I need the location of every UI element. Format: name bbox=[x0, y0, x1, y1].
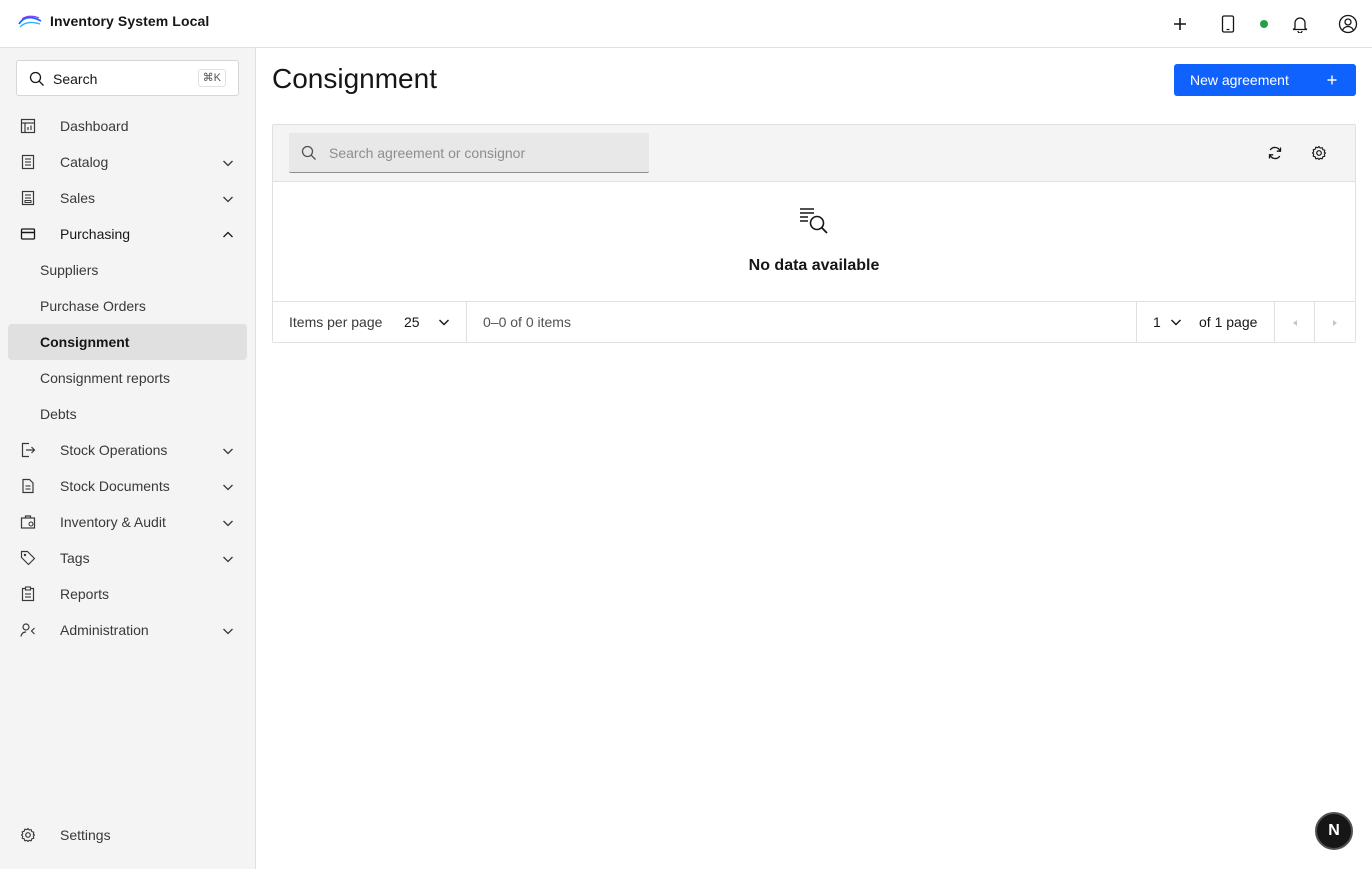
sidebar-item-reports[interactable]: Reports bbox=[8, 576, 247, 612]
sidebar-subitem-suppliers[interactable]: Suppliers bbox=[8, 252, 247, 288]
sidebar-item-label: Catalog bbox=[60, 154, 109, 170]
new-agreement-button[interactable]: New agreement bbox=[1174, 64, 1356, 96]
items-per-page-label: Items per page bbox=[289, 314, 383, 330]
new-agreement-label: New agreement bbox=[1190, 72, 1289, 88]
sidebar-subitem-debts[interactable]: Debts bbox=[8, 396, 247, 432]
top-header: Inventory System Local bbox=[0, 0, 1372, 48]
sidebar-item-sales[interactable]: Sales bbox=[8, 180, 247, 216]
chevron-down-icon bbox=[223, 160, 233, 167]
page-select[interactable]: 1 bbox=[1153, 314, 1161, 330]
gear-icon bbox=[20, 827, 36, 843]
sidebar-search-button[interactable]: Search ⌘K bbox=[16, 60, 239, 96]
app-title: Inventory System Local bbox=[50, 13, 210, 29]
caret-left-icon bbox=[1293, 319, 1297, 326]
search-shortcut-badge: ⌘K bbox=[197, 69, 226, 87]
chevron-down-icon bbox=[223, 556, 233, 563]
sidebar-item-label: Stock Documents bbox=[60, 478, 170, 494]
chevron-down-icon[interactable] bbox=[1169, 315, 1183, 329]
divider bbox=[466, 302, 467, 343]
chevron-down-icon[interactable] bbox=[437, 315, 451, 329]
table-search[interactable] bbox=[289, 133, 649, 173]
chevron-down-icon bbox=[223, 196, 233, 203]
sidebar-item-catalog[interactable]: Catalog bbox=[8, 144, 247, 180]
pagination: Items per page 25 0–0 of 0 items 1 of 1 … bbox=[273, 301, 1355, 343]
sidebar-subitem-consignment-reports[interactable]: Consignment reports bbox=[8, 360, 247, 396]
sidebar-search-label: Search bbox=[53, 71, 98, 87]
sidebar: Search ⌘K Dashboard Catalog Sales Purcha… bbox=[0, 48, 256, 869]
status-indicator bbox=[1260, 20, 1268, 28]
sidebar-item-label: Dashboard bbox=[60, 118, 129, 134]
sidebar-item-label: Stock Operations bbox=[60, 442, 168, 458]
sidebar-item-dashboard[interactable]: Dashboard bbox=[8, 108, 247, 144]
sidebar-subitem-consignment[interactable]: Consignment bbox=[8, 324, 247, 360]
table-toolbar bbox=[273, 125, 1355, 182]
reports-icon bbox=[21, 586, 35, 602]
sidebar-subitem-purchase-orders[interactable]: Purchase Orders bbox=[8, 288, 247, 324]
notification-icon[interactable] bbox=[1288, 12, 1312, 36]
administration-icon bbox=[20, 623, 35, 637]
purchasing-icon bbox=[20, 228, 36, 240]
sidebar-item-inventory-audit[interactable]: Inventory & Audit bbox=[8, 504, 247, 540]
dev-tools-badge[interactable]: N bbox=[1315, 812, 1353, 850]
add-icon[interactable] bbox=[1168, 12, 1192, 36]
page-count-text: of 1 page bbox=[1199, 314, 1258, 330]
sidebar-subitem-label: Consignment reports bbox=[40, 370, 170, 386]
sidebar-item-label: Inventory & Audit bbox=[60, 514, 166, 530]
chevron-down-icon bbox=[223, 484, 233, 491]
chevron-down-icon bbox=[223, 628, 233, 635]
dashboard-icon bbox=[20, 118, 36, 134]
empty-state: No data available bbox=[273, 182, 1355, 301]
chevron-down-icon bbox=[223, 448, 233, 455]
chevron-up-icon bbox=[223, 231, 233, 238]
stock-operations-icon bbox=[21, 442, 36, 458]
empty-state-text: No data available bbox=[748, 257, 880, 274]
sidebar-item-label: Administration bbox=[60, 622, 149, 638]
sidebar-item-label: Tags bbox=[60, 550, 90, 566]
search-icon bbox=[29, 71, 44, 86]
no-results-search-icon bbox=[800, 208, 828, 234]
sidebar-item-stock-operations[interactable]: Stock Operations bbox=[8, 432, 247, 468]
next-page-button[interactable] bbox=[1315, 302, 1355, 343]
sidebar-item-label: Sales bbox=[60, 190, 96, 206]
page-size-select[interactable]: 25 bbox=[404, 314, 420, 330]
chevron-down-icon bbox=[223, 520, 233, 527]
stock-documents-icon bbox=[22, 478, 34, 494]
caret-right-icon bbox=[1333, 319, 1337, 326]
page-title: Consignment bbox=[272, 63, 437, 94]
user-avatar-icon[interactable] bbox=[1336, 12, 1360, 36]
sales-icon bbox=[21, 190, 35, 206]
previous-page-button[interactable] bbox=[1275, 302, 1315, 343]
sidebar-item-label: Settings bbox=[60, 827, 111, 843]
sidebar-item-label: Reports bbox=[60, 586, 110, 602]
refresh-icon[interactable] bbox=[1267, 145, 1283, 161]
sidebar-subitem-label: Suppliers bbox=[40, 262, 99, 278]
divider bbox=[1136, 302, 1137, 343]
catalog-icon bbox=[21, 154, 35, 170]
tablet-icon[interactable] bbox=[1216, 12, 1240, 36]
gear-icon[interactable] bbox=[1311, 145, 1327, 161]
tag-icon bbox=[20, 550, 36, 566]
sidebar-item-purchasing[interactable]: Purchasing bbox=[8, 216, 247, 252]
data-table: No data available Items per page 25 0–0 … bbox=[272, 124, 1356, 343]
search-icon bbox=[301, 145, 316, 160]
sidebar-item-label: Purchasing bbox=[60, 226, 131, 242]
sidebar-item-tags[interactable]: Tags bbox=[8, 540, 247, 576]
add-icon bbox=[1327, 75, 1337, 85]
inventory-audit-icon bbox=[20, 515, 36, 529]
sidebar-subitem-label: Consignment bbox=[40, 334, 130, 350]
sidebar-item-administration[interactable]: Administration bbox=[8, 612, 247, 648]
item-range-text: 0–0 of 0 items bbox=[483, 314, 571, 330]
sidebar-subitem-label: Debts bbox=[40, 406, 77, 422]
sidebar-subitem-label: Purchase Orders bbox=[40, 298, 146, 314]
app-logo bbox=[18, 15, 42, 28]
table-search-input[interactable] bbox=[329, 143, 629, 163]
sidebar-item-settings[interactable]: Settings bbox=[8, 817, 247, 853]
sidebar-item-stock-documents[interactable]: Stock Documents bbox=[8, 468, 247, 504]
